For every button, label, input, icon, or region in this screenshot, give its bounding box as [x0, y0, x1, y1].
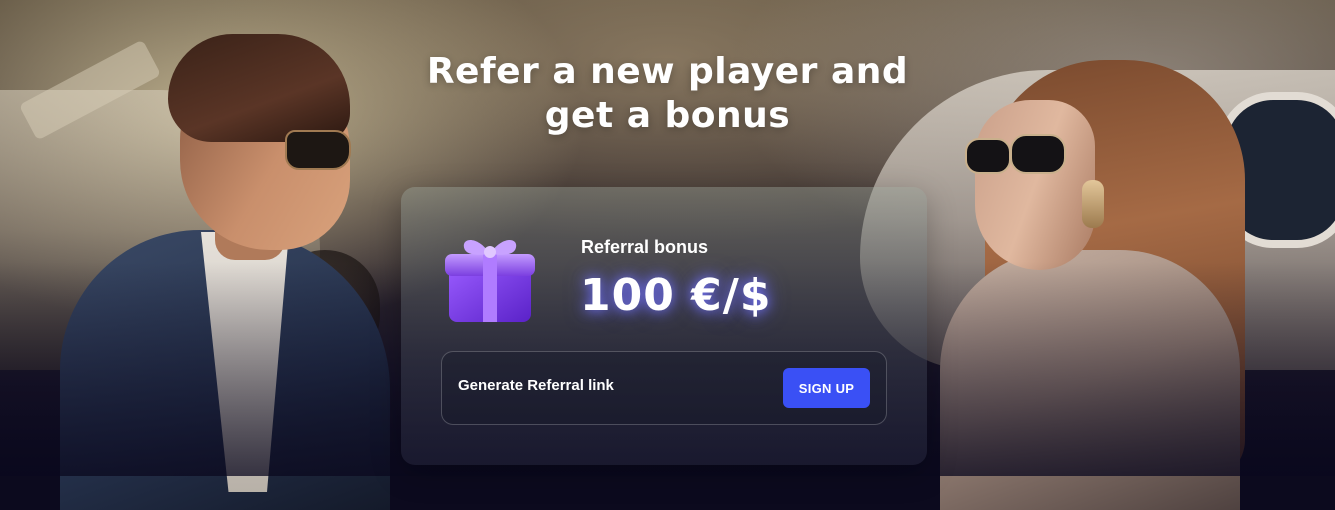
title-line-1: Refer a new player and	[426, 51, 909, 92]
gift-box-icon	[445, 240, 535, 322]
referral-bonus-label: Referral bonus	[581, 237, 709, 257]
generate-referral-link-label: Generate Referral link	[458, 377, 614, 394]
title-line-2: get a bonus	[544, 95, 791, 136]
referral-bonus-value: 100 €/$	[580, 270, 772, 321]
sign-up-button[interactable]: SIGN UP	[783, 368, 870, 408]
page-title: Refer a new player and get a bonus	[0, 50, 1335, 138]
